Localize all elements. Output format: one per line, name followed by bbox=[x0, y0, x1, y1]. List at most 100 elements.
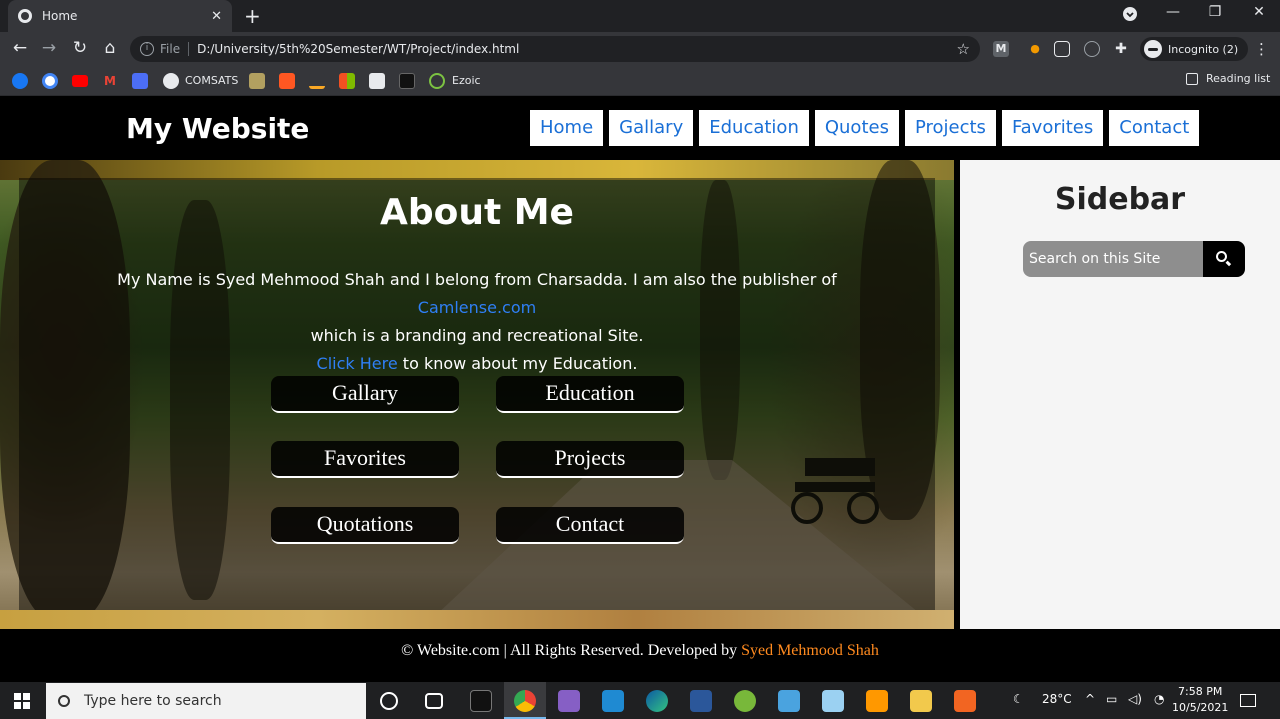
youtube-bookmark-icon[interactable] bbox=[72, 75, 88, 87]
site-nav: Home Gallary Education Quotes Projects F… bbox=[530, 110, 1200, 146]
click-here-link[interactable]: Click Here bbox=[317, 354, 398, 373]
nav-education[interactable]: Education bbox=[699, 110, 809, 146]
nav-gallary[interactable]: Gallary bbox=[609, 110, 694, 146]
forward-arrow-icon[interactable]: → bbox=[38, 38, 60, 58]
education-button[interactable]: Education bbox=[496, 376, 684, 413]
bookmark-folder-icon[interactable] bbox=[249, 73, 265, 89]
incognito-badge[interactable]: Incognito (2) bbox=[1140, 37, 1249, 61]
extension-orange-icon[interactable]: ● bbox=[1027, 41, 1043, 57]
quotations-button[interactable]: Quotations bbox=[271, 507, 459, 544]
info-icon[interactable]: i bbox=[140, 42, 154, 56]
about-title: About Me bbox=[380, 192, 574, 233]
reading-list-button[interactable]: Reading list bbox=[1186, 72, 1270, 85]
gallary-button[interactable]: Gallary bbox=[271, 376, 459, 413]
reload-icon[interactable]: ↻ bbox=[69, 38, 91, 58]
globe-icon bbox=[18, 9, 32, 23]
tray-chevron-icon[interactable]: ^ bbox=[1085, 692, 1095, 706]
footer-developer[interactable]: Syed Mehmood Shah bbox=[741, 642, 879, 659]
soundcloud-bookmark-icon[interactable] bbox=[279, 73, 295, 89]
microsoft-bookmark-icon[interactable] bbox=[339, 73, 355, 89]
kotlin-bookmark-icon[interactable] bbox=[369, 73, 385, 89]
file-explorer-icon[interactable] bbox=[910, 690, 932, 712]
comsats-globe-icon[interactable] bbox=[163, 73, 179, 89]
google-bookmark-icon[interactable] bbox=[42, 73, 58, 89]
gmail-bookmark-icon[interactable]: M bbox=[102, 73, 118, 89]
taskbar-search-placeholder: Type here to search bbox=[84, 693, 222, 709]
utorrent-icon[interactable] bbox=[734, 690, 756, 712]
computer-icon[interactable] bbox=[778, 690, 800, 712]
sublime-text-icon[interactable] bbox=[866, 690, 888, 712]
about-overlay bbox=[19, 178, 935, 610]
edge-icon[interactable] bbox=[646, 690, 668, 712]
analytics-bookmark-icon[interactable] bbox=[309, 73, 325, 89]
extension-copy-icon[interactable] bbox=[1054, 41, 1070, 57]
camlense-link[interactable]: Camlense.com bbox=[418, 298, 536, 317]
scheme-label: File bbox=[160, 42, 181, 56]
nav-home[interactable]: Home bbox=[530, 110, 604, 146]
wifi-icon[interactable]: ◔ bbox=[1154, 692, 1164, 706]
dark-app-bookmark-icon[interactable] bbox=[399, 73, 415, 89]
address-bar[interactable]: i File D:/University/5th%20Semester/WT/P… bbox=[130, 36, 980, 62]
nav-quotes[interactable]: Quotes bbox=[814, 110, 899, 146]
tab-search-icon[interactable] bbox=[1116, 6, 1144, 26]
url-text[interactable]: D:/University/5th%20Semester/WT/Project/… bbox=[197, 42, 956, 56]
hero-section: About Me My Name is Syed Mehmood Shah an… bbox=[0, 160, 954, 629]
terminal-icon[interactable] bbox=[470, 690, 492, 712]
ezoic-check-icon[interactable] bbox=[429, 73, 445, 89]
volume-icon[interactable]: ◁) bbox=[1128, 692, 1142, 706]
extension-blocked-icon[interactable] bbox=[1084, 41, 1100, 57]
contact-button[interactable]: Contact bbox=[496, 507, 684, 544]
gmail-extension-icon[interactable]: M bbox=[993, 41, 1009, 57]
incognito-icon bbox=[1144, 40, 1162, 58]
search-icon bbox=[58, 695, 70, 707]
word-icon[interactable] bbox=[690, 690, 712, 712]
bookmark-app-icon[interactable] bbox=[132, 73, 148, 89]
browser-tab-home[interactable]: Home ✕ bbox=[8, 0, 232, 32]
nav-projects[interactable]: Projects bbox=[904, 110, 996, 146]
bookmark-comsats[interactable]: COMSATS bbox=[185, 74, 238, 87]
restore-button[interactable]: ❐ bbox=[1200, 4, 1230, 20]
chrome-icon[interactable] bbox=[514, 690, 536, 712]
site-search-button[interactable] bbox=[1203, 241, 1245, 277]
back-arrow-icon[interactable]: ← bbox=[9, 38, 31, 58]
windows-start-icon[interactable] bbox=[14, 693, 30, 709]
visual-studio-icon[interactable] bbox=[558, 690, 580, 712]
omnibox-divider bbox=[188, 42, 190, 56]
tab-strip: Home ✕ + — ❐ ✕ bbox=[0, 0, 1280, 32]
site-search-input[interactable]: Search on this Site bbox=[1023, 241, 1203, 277]
temperature[interactable]: 28°C bbox=[1042, 692, 1072, 706]
vscode-icon[interactable] bbox=[602, 690, 624, 712]
menu-kebab-icon[interactable]: ⋮ bbox=[1254, 40, 1269, 58]
taskbar-search[interactable]: Type here to search bbox=[46, 683, 366, 719]
close-window-button[interactable]: ✕ bbox=[1244, 4, 1274, 20]
incognito-label: Incognito (2) bbox=[1168, 42, 1239, 56]
site-header: My Website Home Gallary Education Quotes… bbox=[0, 96, 1280, 160]
site-logo[interactable]: My Website bbox=[126, 112, 309, 145]
nav-contact[interactable]: Contact bbox=[1109, 110, 1200, 146]
projects-button[interactable]: Projects bbox=[496, 441, 684, 478]
bookmark-ezoic[interactable]: Ezoic bbox=[452, 74, 481, 87]
xampp-icon[interactable] bbox=[954, 690, 976, 712]
bookmarks-bar: M COMSATS Ezoic Reading list bbox=[0, 66, 1280, 96]
notification-icon[interactable] bbox=[1240, 694, 1256, 707]
nav-favorites[interactable]: Favorites bbox=[1001, 110, 1104, 146]
battery-icon[interactable]: ▭ bbox=[1106, 692, 1117, 706]
facebook-bookmark-icon[interactable] bbox=[12, 73, 28, 89]
footer-text: © Website.com | All Rights Reserved. Dev… bbox=[401, 642, 742, 659]
about-text: My Name is Syed Mehmood Shah and I belon… bbox=[60, 266, 894, 378]
home-icon[interactable]: ⌂ bbox=[99, 38, 121, 58]
puzzle-extensions-icon[interactable]: ✚ bbox=[1113, 41, 1129, 57]
minimize-button[interactable]: — bbox=[1158, 4, 1188, 20]
clock[interactable]: 7:58 PM 10/5/2021 bbox=[1172, 684, 1228, 716]
new-tab-button[interactable]: + bbox=[244, 5, 261, 27]
weather-moon-icon[interactable]: ☾ bbox=[1013, 692, 1024, 706]
app-icon[interactable] bbox=[822, 690, 844, 712]
close-tab-icon[interactable]: ✕ bbox=[211, 9, 222, 24]
cortana-icon[interactable] bbox=[380, 692, 398, 710]
favorites-button[interactable]: Favorites bbox=[271, 441, 459, 478]
sidebar: Sidebar Search on this Site bbox=[960, 160, 1280, 629]
bookmark-star-icon[interactable]: ☆ bbox=[957, 40, 970, 58]
task-view-icon[interactable] bbox=[425, 693, 443, 709]
reading-list-icon bbox=[1186, 72, 1198, 85]
clock-date: 10/5/2021 bbox=[1172, 701, 1229, 714]
